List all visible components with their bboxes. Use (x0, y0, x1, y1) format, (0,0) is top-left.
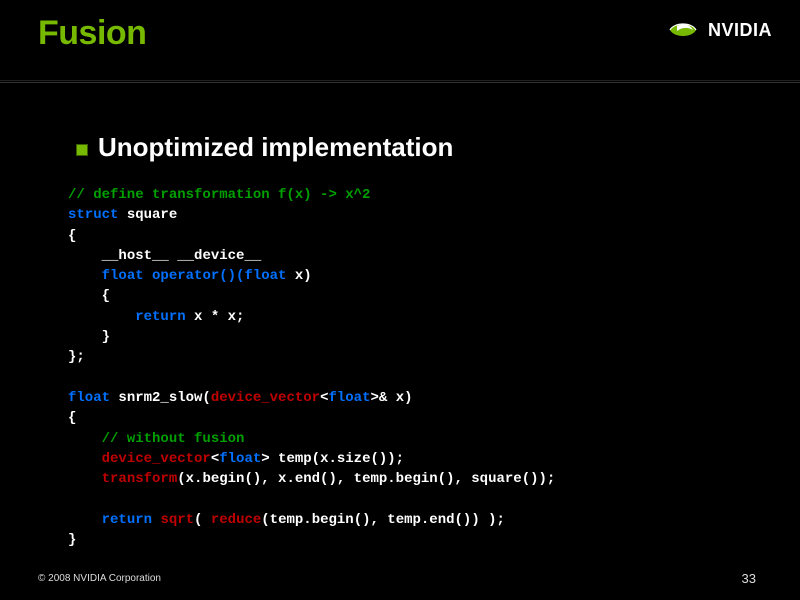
keyword-float: float (219, 451, 261, 467)
temp-decl: temp(x.size()); (270, 451, 404, 467)
lib-sqrt: sqrt (160, 512, 194, 528)
fn-name: snrm2_slow( (110, 390, 211, 406)
brace: { (68, 410, 76, 426)
bullet-item: Unoptimized implementation (76, 132, 760, 163)
return-expr: x * x; (186, 309, 245, 325)
keyword-return: return (135, 309, 185, 325)
sqrt-open: ( (194, 512, 211, 528)
brace: } (102, 329, 110, 345)
tmpl: > (261, 451, 269, 467)
bullet-text: Unoptimized implementation (98, 132, 453, 163)
bullet-icon (76, 144, 88, 156)
nvidia-eye-icon (666, 18, 700, 42)
code-block: // define transformation f(x) -> x^2 str… (68, 185, 760, 550)
copyright-text: © 2008 NVIDIA Corporation (38, 573, 161, 584)
code-comment: // define transformation f(x) -> x^2 (68, 187, 370, 203)
param-x: x) (286, 268, 311, 284)
page-number: 33 (742, 571, 756, 586)
keyword-float: float (68, 390, 110, 406)
reduce-args: (temp.begin(), temp.end()) ); (261, 512, 505, 528)
brace: { (102, 288, 110, 304)
keyword-float: float (328, 390, 370, 406)
paren-float: ()(float (219, 268, 286, 284)
header-divider (0, 80, 800, 83)
keyword-float: float (102, 268, 144, 284)
cuda-device: __device__ (177, 248, 261, 264)
lib-device-vector: device_vector (211, 390, 320, 406)
tmpl: < (211, 451, 219, 467)
brand-logo: NVIDIA (666, 18, 772, 42)
slide-title: Fusion (38, 14, 146, 53)
param-x-ref: & x) (379, 390, 413, 406)
lib-transform: transform (102, 471, 178, 487)
keyword-struct: struct (68, 207, 118, 223)
cuda-host: __host__ (102, 248, 169, 264)
brand-text: NVIDIA (708, 20, 772, 41)
struct-name: square (127, 207, 177, 223)
keyword-return: return (102, 512, 152, 528)
struct-end: }; (68, 349, 85, 365)
transform-args: (x.begin(), x.end(), temp.begin(), squar… (177, 471, 555, 487)
content-area: Unoptimized implementation // define tra… (76, 132, 760, 550)
lib-device-vector: device_vector (102, 451, 211, 467)
brace: } (68, 532, 76, 548)
keyword-operator: operator (152, 268, 219, 284)
slide: Fusion NVIDIA Unoptimized implementation… (0, 0, 800, 600)
code-comment: // without fusion (102, 431, 245, 447)
lib-reduce: reduce (211, 512, 261, 528)
brace: { (68, 228, 76, 244)
tmpl: > (370, 390, 378, 406)
